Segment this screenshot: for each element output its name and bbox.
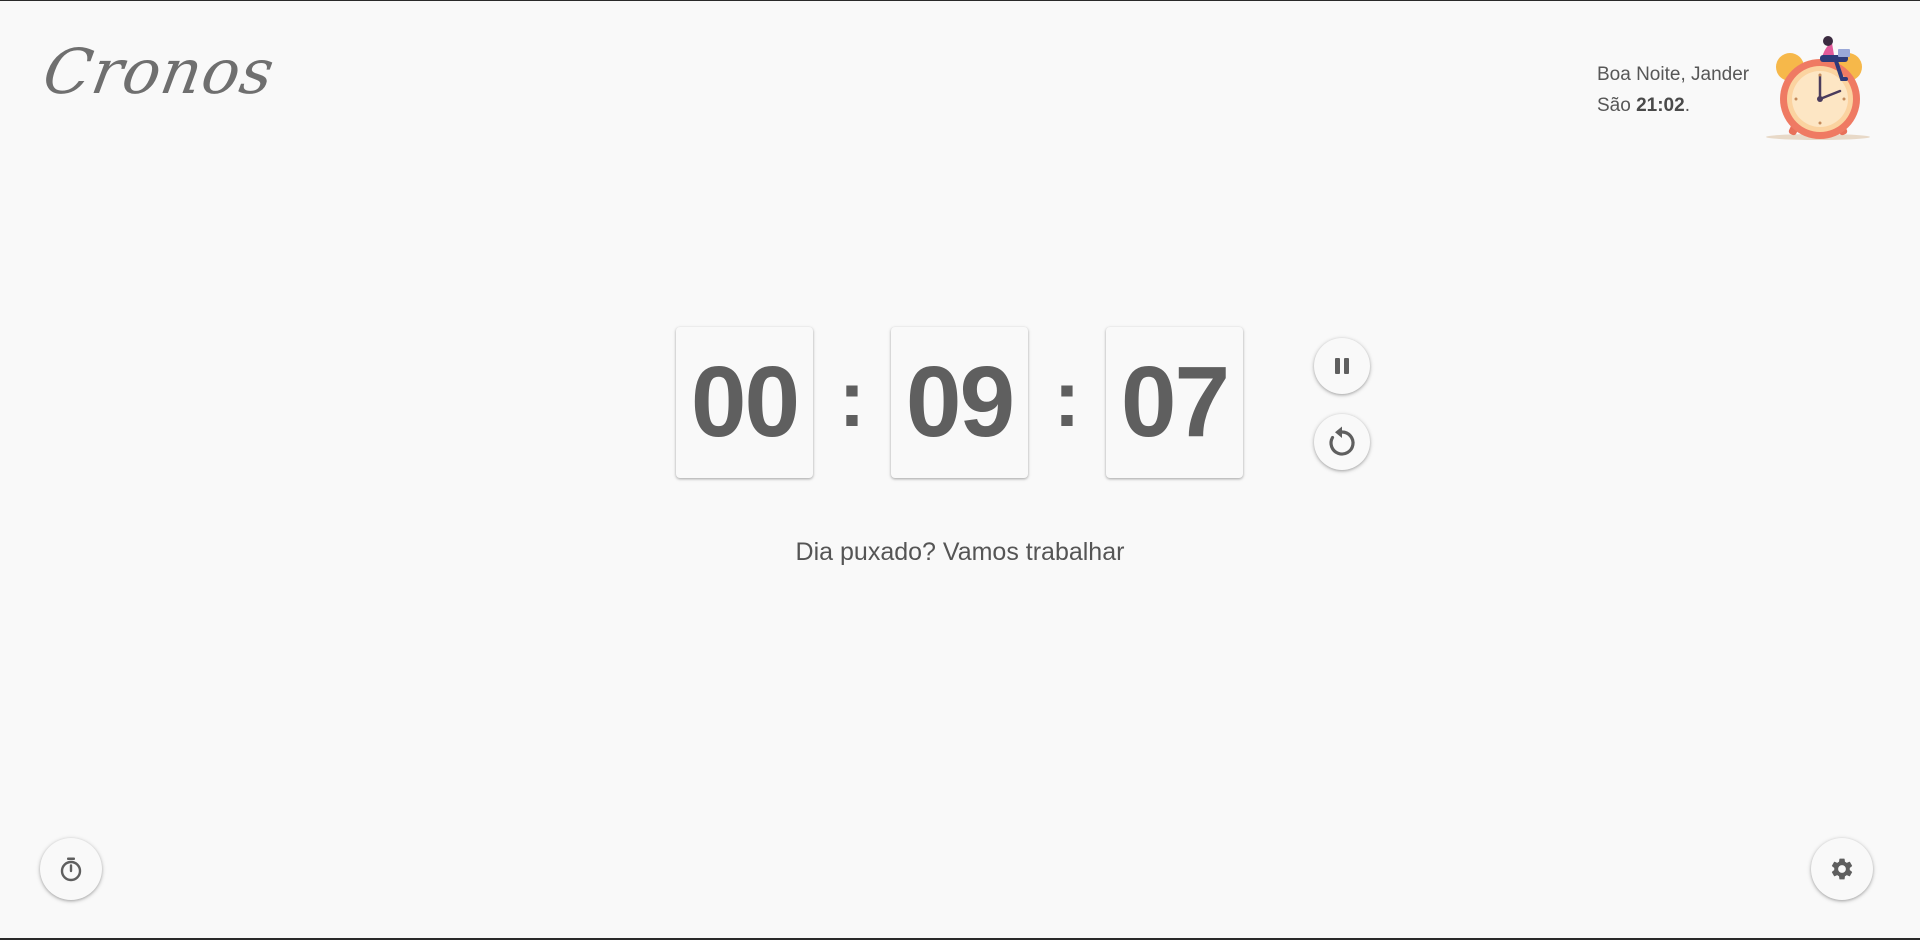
app-logo: Cronos (38, 35, 281, 108)
settings-button[interactable] (1811, 838, 1873, 900)
time-suffix: . (1684, 95, 1690, 116)
stopwatch-icon (60, 857, 82, 882)
timer-separator: : (838, 353, 866, 443)
timer-separator: : (1053, 353, 1081, 443)
time-prefix: São (1597, 95, 1637, 116)
minutes-display: 09 (891, 327, 1028, 478)
reset-button[interactable] (1314, 414, 1370, 470)
reset-icon (1329, 426, 1355, 456)
app-page: Cronos Boa Noite, Jander São 21:02. 00 :… (0, 0, 1920, 940)
pause-button[interactable] (1314, 338, 1370, 394)
countdown-timer: 00 : 09 : 07 (676, 327, 1243, 478)
pause-icon (1335, 358, 1349, 374)
current-time-line: São 21:02. (1597, 90, 1749, 121)
seconds-display: 07 (1106, 327, 1243, 478)
motivational-message: Dia puxado? Vamos trabalhar (795, 538, 1125, 566)
greeting-text: Boa Noite, Jander (1597, 64, 1750, 85)
gear-icon (1831, 858, 1853, 880)
hours-display: 00 (676, 327, 813, 478)
timer-mode-button[interactable] (40, 838, 102, 900)
current-time: 21:02 (1636, 95, 1685, 116)
alarm-clock-illustration (1766, 36, 1870, 140)
greeting-block: Boa Noite, Jander São 21:02. (1597, 59, 1749, 121)
